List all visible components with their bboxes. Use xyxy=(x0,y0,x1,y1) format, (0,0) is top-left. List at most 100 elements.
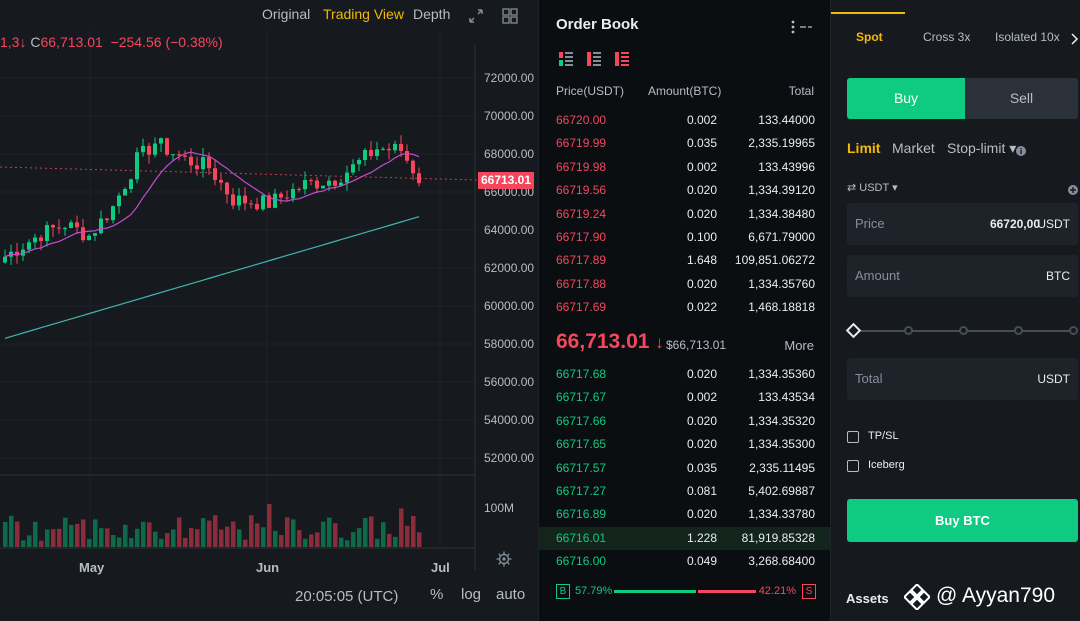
ask-row[interactable]: 66717.90 0.100 6,671.79000 xyxy=(539,226,831,249)
tab-depth[interactable]: Depth xyxy=(413,6,450,22)
bid-row[interactable]: 66717.68 0.020 1,334.35360 xyxy=(539,363,831,386)
ask-row[interactable]: 66717.69 0.022 1,468.18818 xyxy=(539,296,831,319)
volume-bar xyxy=(87,538,92,547)
ask-amount: 0.020 xyxy=(686,276,717,291)
buy-tab[interactable]: Buy xyxy=(847,78,965,119)
volume-bar xyxy=(297,530,302,547)
tab-isolated-margin[interactable]: Isolated 10x xyxy=(995,30,1060,44)
ask-row[interactable]: 66719.24 0.020 1,334.38480 xyxy=(539,203,831,226)
tab-cross-margin[interactable]: Cross 3x xyxy=(923,30,970,44)
chevron-right-icon[interactable] xyxy=(1069,33,1079,45)
log-scale-toggle[interactable]: log xyxy=(461,586,481,603)
volume-axis-label: 100M xyxy=(484,501,515,515)
order-type-stop-limit[interactable]: Stop-limit ▾ xyxy=(947,140,1016,157)
volume-bar xyxy=(195,529,200,547)
volume-bar xyxy=(369,516,374,547)
ask-row[interactable]: 66717.88 0.020 1,334.35760 xyxy=(539,273,831,296)
more-link[interactable]: More xyxy=(784,338,814,353)
expand-icon[interactable] xyxy=(468,8,484,24)
volume-bar xyxy=(99,528,104,547)
total-input-label: Total xyxy=(855,371,883,386)
bid-row[interactable]: 66717.57 0.035 2,335.11495 xyxy=(539,457,831,480)
tpsl-checkbox[interactable] xyxy=(847,431,859,443)
bid-amount: 0.002 xyxy=(686,390,717,405)
slider-step-dot[interactable] xyxy=(959,326,968,335)
sell-tab[interactable]: Sell xyxy=(965,78,1078,119)
buy-btc-button[interactable]: Buy BTC xyxy=(847,499,1078,542)
amount-slider[interactable] xyxy=(845,322,1078,340)
slider-step-dot[interactable] xyxy=(1014,326,1023,335)
layout-grid-icon[interactable] xyxy=(502,8,518,24)
tab-trading-view[interactable]: Trading View xyxy=(323,6,404,22)
auto-scale-toggle[interactable]: auto xyxy=(496,586,525,603)
bid-row[interactable]: 66717.66 0.020 1,334.35320 xyxy=(539,410,831,433)
header-price: Price(USDT) xyxy=(556,84,624,98)
volume-bar xyxy=(123,524,128,547)
order-type-limit[interactable]: Limit xyxy=(847,140,880,156)
ask-row[interactable]: 66719.99 0.035 2,335.19965 xyxy=(539,132,831,155)
ohlc-close-label: C xyxy=(30,34,41,50)
tab-spot[interactable]: Spot xyxy=(856,30,883,44)
ask-row[interactable]: 66717.89 1.648 109,851.06272 xyxy=(539,249,831,272)
bid-price: 66717.66 xyxy=(556,413,607,428)
slider-step-dot[interactable] xyxy=(1069,326,1078,335)
chart-panel[interactable]: Original Trading View Depth 1,3↓ C66,713… xyxy=(0,0,538,621)
candle-body xyxy=(201,157,205,170)
bid-amount: 0.035 xyxy=(686,460,717,475)
volume-bar xyxy=(51,529,56,547)
bid-amount: 1.228 xyxy=(686,530,717,545)
slider-step-dot[interactable] xyxy=(904,326,913,335)
bid-row[interactable]: 66717.67 0.002 133.43534 xyxy=(539,386,831,409)
bid-row[interactable]: 66717.27 0.081 5,402.69887 xyxy=(539,480,831,503)
bid-amount: 0.020 xyxy=(686,413,717,428)
candle-body xyxy=(399,143,403,152)
volume-bar xyxy=(165,533,170,547)
volume-bar xyxy=(219,529,224,547)
ask-row[interactable]: 66719.56 0.020 1,334.39120 xyxy=(539,179,831,202)
bid-row[interactable]: 66716.01 1.228 81,919.85328 xyxy=(539,526,831,550)
ask-row[interactable]: 66719.98 0.002 133.43996 xyxy=(539,156,831,179)
view-bids-icon[interactable] xyxy=(615,52,629,66)
slider-handle[interactable] xyxy=(845,322,862,339)
candle-body xyxy=(243,195,247,204)
ask-row[interactable]: 66720.00 0.002 133.44000 xyxy=(539,109,831,132)
candle-body xyxy=(165,138,169,155)
ask-price: 66719.99 xyxy=(556,136,607,151)
price-axis-label: 54000.00 xyxy=(484,413,535,427)
info-icon[interactable] xyxy=(1016,146,1026,156)
iceberg-checkbox[interactable] xyxy=(847,460,859,472)
more-menu-icon[interactable] xyxy=(789,20,815,34)
add-funds-icon[interactable] xyxy=(1068,185,1078,195)
chart-settings-icon[interactable] xyxy=(496,551,512,567)
sell-ratio-badge: S xyxy=(802,584,816,599)
volume-bar xyxy=(417,532,422,547)
time-readout: 20:05:05 (UTC) xyxy=(295,588,399,605)
tab-original[interactable]: Original xyxy=(262,6,310,22)
bid-row[interactable]: 66716.89 0.020 1,334.33780 xyxy=(539,503,831,526)
bid-price: 66716.01 xyxy=(556,530,607,545)
x-label-may: May xyxy=(79,560,105,575)
ask-price: 66717.90 xyxy=(556,230,607,244)
bid-row[interactable]: 66716.00 0.049 3,268.68400 xyxy=(539,550,831,573)
candle-body xyxy=(87,235,91,241)
wallet-currency-select[interactable]: ⇄ USDT ▾ xyxy=(847,181,898,194)
percent-scale-toggle[interactable]: % xyxy=(430,586,443,603)
candle-body xyxy=(213,168,217,180)
assets-heading: Assets xyxy=(846,591,889,606)
order-type-market[interactable]: Market xyxy=(892,140,935,156)
volume-bar xyxy=(231,521,236,547)
price-input[interactable]: Price 66720,00 USDT xyxy=(847,203,1078,245)
volume-bar xyxy=(105,528,110,547)
candle-body xyxy=(261,195,265,210)
volume-bar xyxy=(225,526,230,547)
ask-amount: 1.648 xyxy=(686,253,717,268)
ask-total: 1,334.39120 xyxy=(748,183,815,198)
view-asks-icon[interactable] xyxy=(587,52,601,66)
bid-row[interactable]: 66717.65 0.020 1,334.35300 xyxy=(539,433,831,456)
total-input[interactable]: Total USDT xyxy=(847,358,1078,400)
price-chart[interactable] xyxy=(0,0,538,621)
price-axis-label: 62000.00 xyxy=(484,261,535,275)
view-both-icon[interactable] xyxy=(559,52,573,66)
volume-bar xyxy=(363,517,368,547)
amount-input[interactable]: Amount BTC xyxy=(847,255,1078,297)
